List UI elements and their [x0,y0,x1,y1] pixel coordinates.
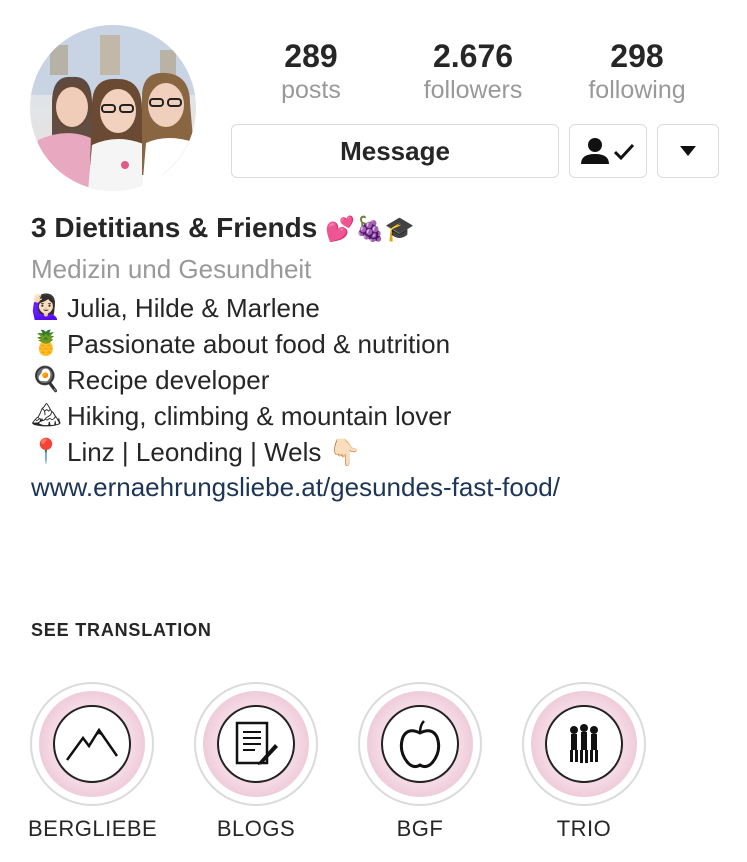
bio-text: Hiking, climbing & mountain lover [67,401,452,431]
highlight-cover [39,691,145,797]
following-count: 298 [610,38,664,74]
bio-text: Julia, Hilde & Marlene [67,293,320,323]
highlight-ring [358,682,482,806]
bio-text: Passionate about food & nutrition [67,329,451,359]
highlight-bergliebe[interactable]: BERGLIEBE [28,682,158,842]
profile-website-link[interactable]: www.ernaehrungsliebe.at/gesundes-fast-fo… [31,472,560,503]
highlight-cover [203,691,309,797]
profile-name-emojis: 💕🍇🎓 [325,216,415,243]
document-pen-icon [235,721,278,765]
followers-count: 2.676 [432,38,514,74]
highlight-disc [381,705,459,783]
highlight-label: BLOGS [216,816,296,841]
bio-text: Linz | Leonding | Wels 👇🏻 [67,437,361,467]
person-check-icon [581,138,635,164]
message-button-label: Message [340,135,450,166]
mountain-icon [65,727,119,761]
profile-stats: 289 posts 2.676 followers 298 following [230,38,720,108]
pineapple-icon: 🍍 [31,330,61,357]
bio-line: 📍 Linz | Leonding | Wels 👇🏻 [31,434,451,470]
bio-text: Recipe developer [67,365,270,395]
highlight-label: BGF [396,816,444,841]
mountain-emoji-icon: 🏔 [31,402,62,429]
bio-line: 🙋🏻‍♀️ Julia, Hilde & Marlene [31,290,451,326]
highlight-label: TRIO [556,816,612,841]
highlight-cover [367,691,473,797]
profile-category: Medizin und Gesundheit [31,254,312,284]
following-label: following [588,76,686,104]
see-translation-link[interactable]: SEE TRANSLATION [31,620,212,641]
following-button[interactable] [569,124,647,178]
highlight-trio[interactable]: TRIO [520,682,648,842]
chevron-down-icon [680,146,696,156]
highlight-disc [217,705,295,783]
apple-icon [399,720,441,769]
profile-photo [30,25,196,191]
raising-hand-icon: 🙋🏻‍♀️ [31,294,61,321]
pin-icon: 📍 [31,438,61,465]
followers-label: followers [423,76,523,104]
posts-stat[interactable]: 289 posts [236,38,386,106]
bio-line: 🍍 Passionate about food & nutrition [31,326,451,362]
frying-pan-icon: 🍳 [31,366,61,393]
message-button[interactable]: Message [231,124,559,178]
profile-avatar[interactable] [30,25,196,191]
highlight-ring [194,682,318,806]
profile-name: 3 Dietitians & Friends 💕🍇🎓 [31,212,415,244]
highlight-ring [522,682,646,806]
highlight-ring [30,682,154,806]
more-options-button[interactable] [657,124,719,178]
posts-label: posts [281,76,341,104]
three-people-icon [570,724,598,763]
bio-line: 🏔 Hiking, climbing & mountain lover [31,398,451,434]
highlight-bgf[interactable]: BGF [356,682,484,842]
highlight-disc [53,705,131,783]
bio-line: 🍳 Recipe developer [31,362,451,398]
highlight-blogs[interactable]: BLOGS [192,682,320,842]
profile-name-text: 3 Dietitians & Friends [31,212,318,243]
highlight-disc [545,705,623,783]
highlight-label: BERGLIEBE [28,816,158,841]
followers-stat[interactable]: 2.676 followers [398,38,548,106]
posts-count: 289 [284,38,338,74]
highlight-cover [531,691,637,797]
profile-bio: 🙋🏻‍♀️ Julia, Hilde & Marlene 🍍 Passionat… [31,290,451,470]
following-stat[interactable]: 298 following [562,38,712,106]
